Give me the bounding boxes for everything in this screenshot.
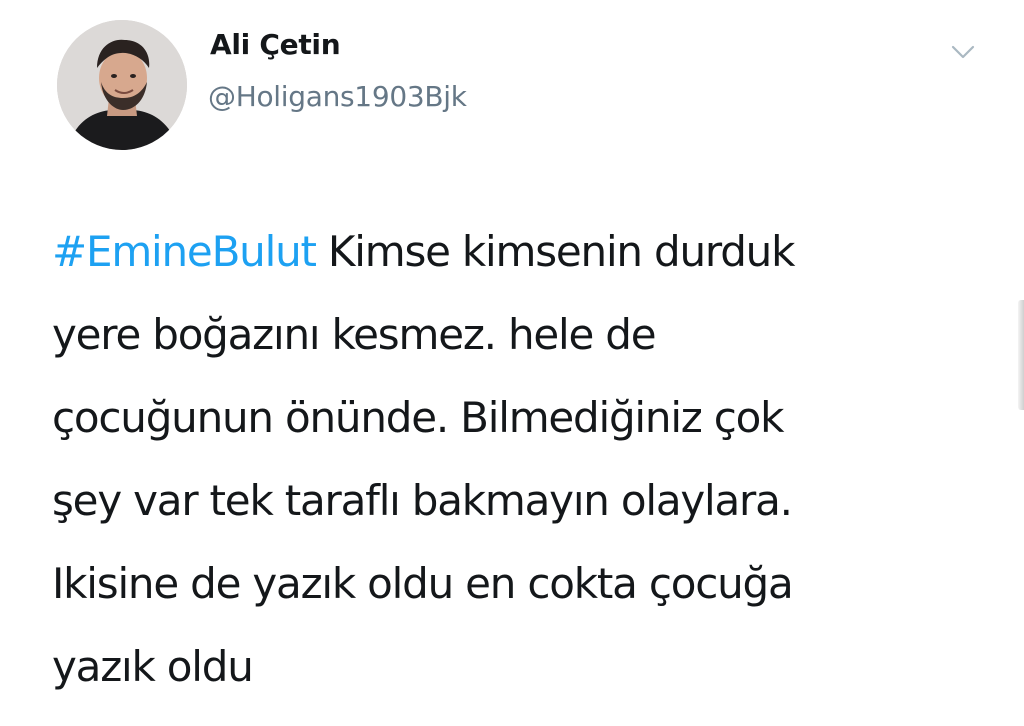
tweet-text-line-5: Ikisine de yazık oldu en cokta çocuğa — [52, 559, 794, 608]
tweet-card: Ali Çetin @Holigans1903Bjk #EmineBulut K… — [0, 0, 1024, 726]
chevron-down-icon[interactable] — [950, 42, 976, 62]
scroll-handle[interactable] — [1018, 300, 1024, 410]
tweet-text-segment: Kimse kimsenin durduk — [315, 227, 796, 276]
tweet-text-line-4: şey var tek taraflı bakmayın olaylara. — [52, 476, 793, 525]
hashtag-link[interactable]: #EmineBulut — [52, 227, 317, 276]
tweet-text-line-3: çocuğunun önünde. Bilmediğiniz çok — [52, 393, 785, 442]
author-handle[interactable]: @Holigans1903Bjk — [208, 80, 467, 113]
avatar-photo-icon — [57, 20, 187, 150]
tweet-text-line-2: yere boğazını kesmez. hele de — [52, 310, 657, 359]
avatar[interactable] — [57, 20, 187, 150]
tweet-text-line-1: #EmineBulut Kimse kimsenin durduk — [52, 210, 972, 293]
author-display-name[interactable]: Ali Çetin — [210, 28, 341, 61]
tweet-text: #EmineBulut Kimse kimsenin durduk yere b… — [52, 210, 972, 708]
tweet-text-line-6: yazık oldu — [52, 642, 254, 691]
